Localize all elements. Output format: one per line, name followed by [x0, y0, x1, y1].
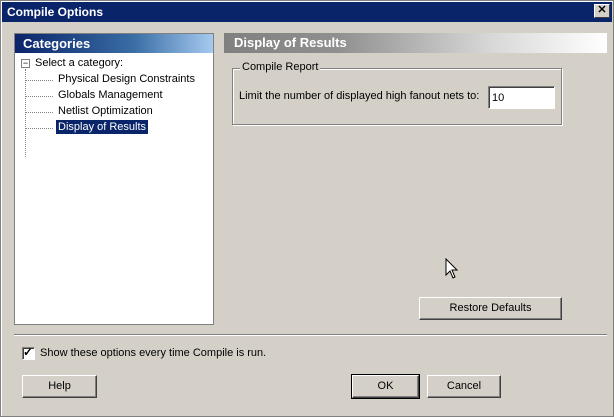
tree-root-label: Select a category:: [35, 57, 124, 69]
fanout-limit-label: Limit the number of displayed high fanou…: [239, 90, 480, 102]
category-tree: − Select a category: Physical Design Con…: [19, 56, 211, 316]
close-icon[interactable]: ✕: [594, 4, 610, 18]
compile-options-dialog: Compile Options ✕ Categories − Select a …: [0, 0, 614, 417]
checkmark-icon: ✓: [23, 345, 34, 359]
tree-item-label: Globals Management: [58, 89, 163, 101]
title-bar: Compile Options ✕: [2, 2, 612, 22]
window-title: Compile Options: [7, 5, 103, 19]
restore-defaults-button[interactable]: Restore Defaults: [419, 297, 562, 320]
show-options-label: Show these options every time Compile is…: [40, 347, 267, 359]
footer-separator: [14, 334, 607, 336]
section-header: Display of Results: [224, 33, 607, 53]
show-options-checkbox[interactable]: ✓: [22, 345, 35, 360]
mouse-cursor-icon: [445, 258, 459, 279]
help-button[interactable]: Help: [22, 375, 97, 398]
tree-item-label: Physical Design Constraints: [58, 73, 195, 85]
cancel-button[interactable]: Cancel: [427, 375, 501, 398]
tree-connector: [25, 69, 26, 157]
tree-connector: [25, 112, 53, 113]
compile-report-group: Compile Report Limit the number of displ…: [232, 61, 562, 125]
fanout-limit-input[interactable]: [488, 86, 555, 109]
tree-item-label: Netlist Optimization: [58, 105, 153, 117]
tree-item-label: Display of Results: [56, 120, 149, 134]
tree-connector: [25, 96, 53, 97]
categories-panel: Categories − Select a category: Physical…: [14, 33, 214, 325]
ok-button[interactable]: OK: [351, 374, 420, 399]
collapse-icon[interactable]: −: [21, 59, 30, 68]
categories-header: Categories: [15, 34, 213, 53]
tree-connector: [25, 128, 53, 129]
tree-connector: [25, 80, 53, 81]
group-legend: Compile Report: [240, 61, 321, 73]
